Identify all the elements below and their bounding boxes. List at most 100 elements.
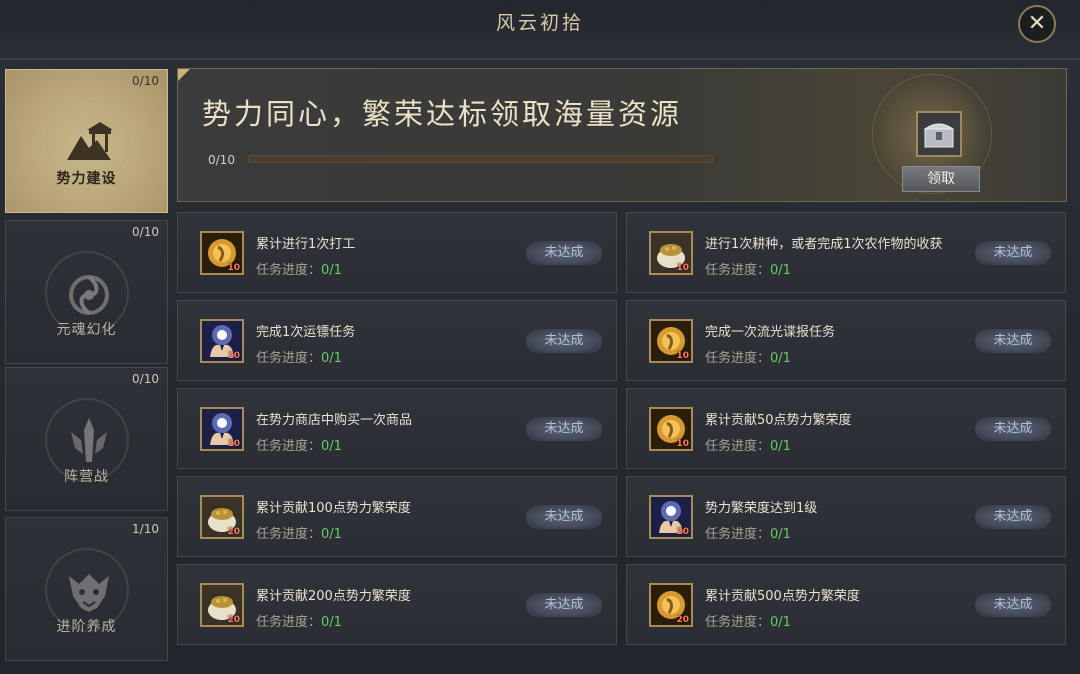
task-card: 10 累计进行1次打工 任务进度：0/1 未达成 <box>177 212 617 293</box>
reward-quantity: 20 <box>676 527 689 537</box>
task-progress-label: 任务进度： <box>705 351 771 366</box>
task-progress-label: 任务进度： <box>256 615 322 630</box>
task-progress-label: 任务进度： <box>256 351 322 366</box>
status-badge: 未达成 <box>526 505 602 529</box>
banner-progress-text: 0/10 <box>208 153 235 167</box>
reward-quantity: 10 <box>227 439 240 449</box>
task-name: 累计贡献500点势力繁荣度 <box>705 589 860 604</box>
task-progress: 任务进度：0/1 <box>705 523 791 542</box>
glowing-hands-icon[interactable]: 20 <box>649 495 693 539</box>
task-name: 在势力商店中购买一次商品 <box>256 413 413 428</box>
tab-count: 0/10 <box>132 372 159 386</box>
grain-sack-icon[interactable]: 20 <box>200 495 244 539</box>
task-progress-value: 0/1 <box>770 263 791 278</box>
tab-label: 元魂幻化 <box>56 322 117 338</box>
task-name: 完成一次流光谍报任务 <box>705 325 836 340</box>
banner-progress-bar <box>248 155 713 163</box>
close-button[interactable]: ✕ <box>1018 5 1056 43</box>
reward-quantity: 20 <box>676 615 689 625</box>
task-progress: 任务进度：0/1 <box>705 611 791 630</box>
task-progress-value: 0/1 <box>321 439 342 454</box>
task-progress: 任务进度：0/1 <box>705 259 791 278</box>
reward-quantity: 10 <box>227 263 240 273</box>
title-divider <box>0 58 1080 60</box>
task-progress: 任务进度：0/1 <box>256 523 342 542</box>
task-name: 进行1次耕种，或者完成1次农作物的收获 <box>705 237 943 252</box>
sidebar-tab-camp-battle[interactable]: 0/10 阵营战 <box>5 367 168 511</box>
task-progress-label: 任务进度： <box>705 439 771 454</box>
task-progress-label: 任务进度： <box>256 263 322 278</box>
reward-quantity: 10 <box>227 351 240 361</box>
status-badge: 未达成 <box>975 417 1051 441</box>
task-progress-label: 任务进度： <box>705 615 771 630</box>
task-card: 10 累计贡献50点势力繁荣度 任务进度：0/1 未达成 <box>626 388 1066 469</box>
reward-quantity: 10 <box>676 263 689 273</box>
silver-chest-icon[interactable] <box>916 111 962 157</box>
task-progress: 任务进度：0/1 <box>705 347 791 366</box>
gold-coin-icon[interactable]: 10 <box>649 319 693 363</box>
tab-count: 0/10 <box>132 225 159 239</box>
gold-coin-icon[interactable]: 10 <box>200 231 244 275</box>
sidebar-tab-soul-transform[interactable]: 0/10 元魂幻化 <box>5 220 168 364</box>
tab-label: 进阶养成 <box>56 619 117 635</box>
task-card: 10 进行1次耕种，或者完成1次农作物的收获 任务进度：0/1 未达成 <box>626 212 1066 293</box>
task-progress: 任务进度：0/1 <box>256 259 342 278</box>
close-icon: ✕ <box>1027 11 1047 36</box>
task-progress-value: 0/1 <box>770 615 791 630</box>
task-progress-label: 任务进度： <box>256 439 322 454</box>
task-card: 10 完成一次流光谍报任务 任务进度：0/1 未达成 <box>626 300 1066 381</box>
task-progress-label: 任务进度： <box>705 263 771 278</box>
task-progress: 任务进度：0/1 <box>705 435 791 454</box>
task-name: 势力繁荣度达到1级 <box>705 501 818 516</box>
task-progress-value: 0/1 <box>321 527 342 542</box>
task-card: 20 累计贡献100点势力繁荣度 任务进度：0/1 未达成 <box>177 476 617 557</box>
task-progress-value: 0/1 <box>321 263 342 278</box>
sidebar-tab-advancement[interactable]: 1/10 进阶养成 <box>5 517 168 661</box>
status-badge: 未达成 <box>975 329 1051 353</box>
banner-title: 势力同心，繁荣达标领取海量资源 <box>202 97 683 131</box>
task-progress-value: 0/1 <box>321 351 342 366</box>
reward-quantity: 20 <box>227 527 240 537</box>
reward-banner: 势力同心，繁荣达标领取海量资源 0/10 领取 <box>177 68 1067 202</box>
task-progress: 任务进度：0/1 <box>256 435 342 454</box>
task-name: 完成1次运镖任务 <box>256 325 356 340</box>
sidebar-tab-faction-building[interactable]: 0/10 势力建设 <box>5 69 168 213</box>
tab-label: 阵营战 <box>64 469 109 485</box>
task-name: 累计贡献100点势力繁荣度 <box>256 501 411 516</box>
grain-sack-icon[interactable]: 20 <box>200 583 244 627</box>
gold-coin-icon[interactable]: 10 <box>649 407 693 451</box>
task-progress: 任务进度：0/1 <box>256 611 342 630</box>
task-card: 20 累计贡献500点势力繁荣度 任务进度：0/1 未达成 <box>626 564 1066 645</box>
status-badge: 未达成 <box>526 329 602 353</box>
glowing-hands-icon[interactable]: 10 <box>200 319 244 363</box>
task-progress-value: 0/1 <box>770 439 791 454</box>
gold-coin-icon[interactable]: 20 <box>649 583 693 627</box>
task-name: 累计贡献50点势力繁荣度 <box>705 413 852 428</box>
tab-count: 1/10 <box>132 522 159 536</box>
window-title: 风云初拾 <box>495 12 584 34</box>
task-name: 累计进行1次打工 <box>256 237 356 252</box>
tab-label: 势力建设 <box>56 171 117 187</box>
task-card: 20 势力繁荣度达到1级任务进度：0/1 未达成 <box>626 476 1066 557</box>
status-badge: 未达成 <box>526 241 602 265</box>
task-name: 累计贡献200点势力繁荣度 <box>256 589 411 604</box>
task-card: 10 完成1次运镖任务 任务进度：0/1 未达成 <box>177 300 617 381</box>
task-progress: 任务进度：0/1 <box>256 347 342 366</box>
task-progress-value: 0/1 <box>321 615 342 630</box>
status-badge: 未达成 <box>975 593 1051 617</box>
task-progress-value: 0/1 <box>770 351 791 366</box>
status-badge: 未达成 <box>975 505 1051 529</box>
tab-count: 0/10 <box>132 74 159 88</box>
reward-quantity: 10 <box>676 439 689 449</box>
claim-button[interactable]: 领取 <box>902 166 980 192</box>
status-badge: 未达成 <box>526 593 602 617</box>
glowing-hands-icon[interactable]: 10 <box>200 407 244 451</box>
banner-corner-ornament <box>178 69 190 81</box>
task-card: 10 在势力商店中购买一次商品 任务进度：0/1 未达成 <box>177 388 617 469</box>
grain-sack-icon[interactable]: 10 <box>649 231 693 275</box>
status-badge: 未达成 <box>975 241 1051 265</box>
task-progress-label: 任务进度： <box>256 527 322 542</box>
status-badge: 未达成 <box>526 417 602 441</box>
task-card: 20 累计贡献200点势力繁荣度 任务进度：0/1 未达成 <box>177 564 617 645</box>
reward-quantity: 20 <box>227 615 240 625</box>
